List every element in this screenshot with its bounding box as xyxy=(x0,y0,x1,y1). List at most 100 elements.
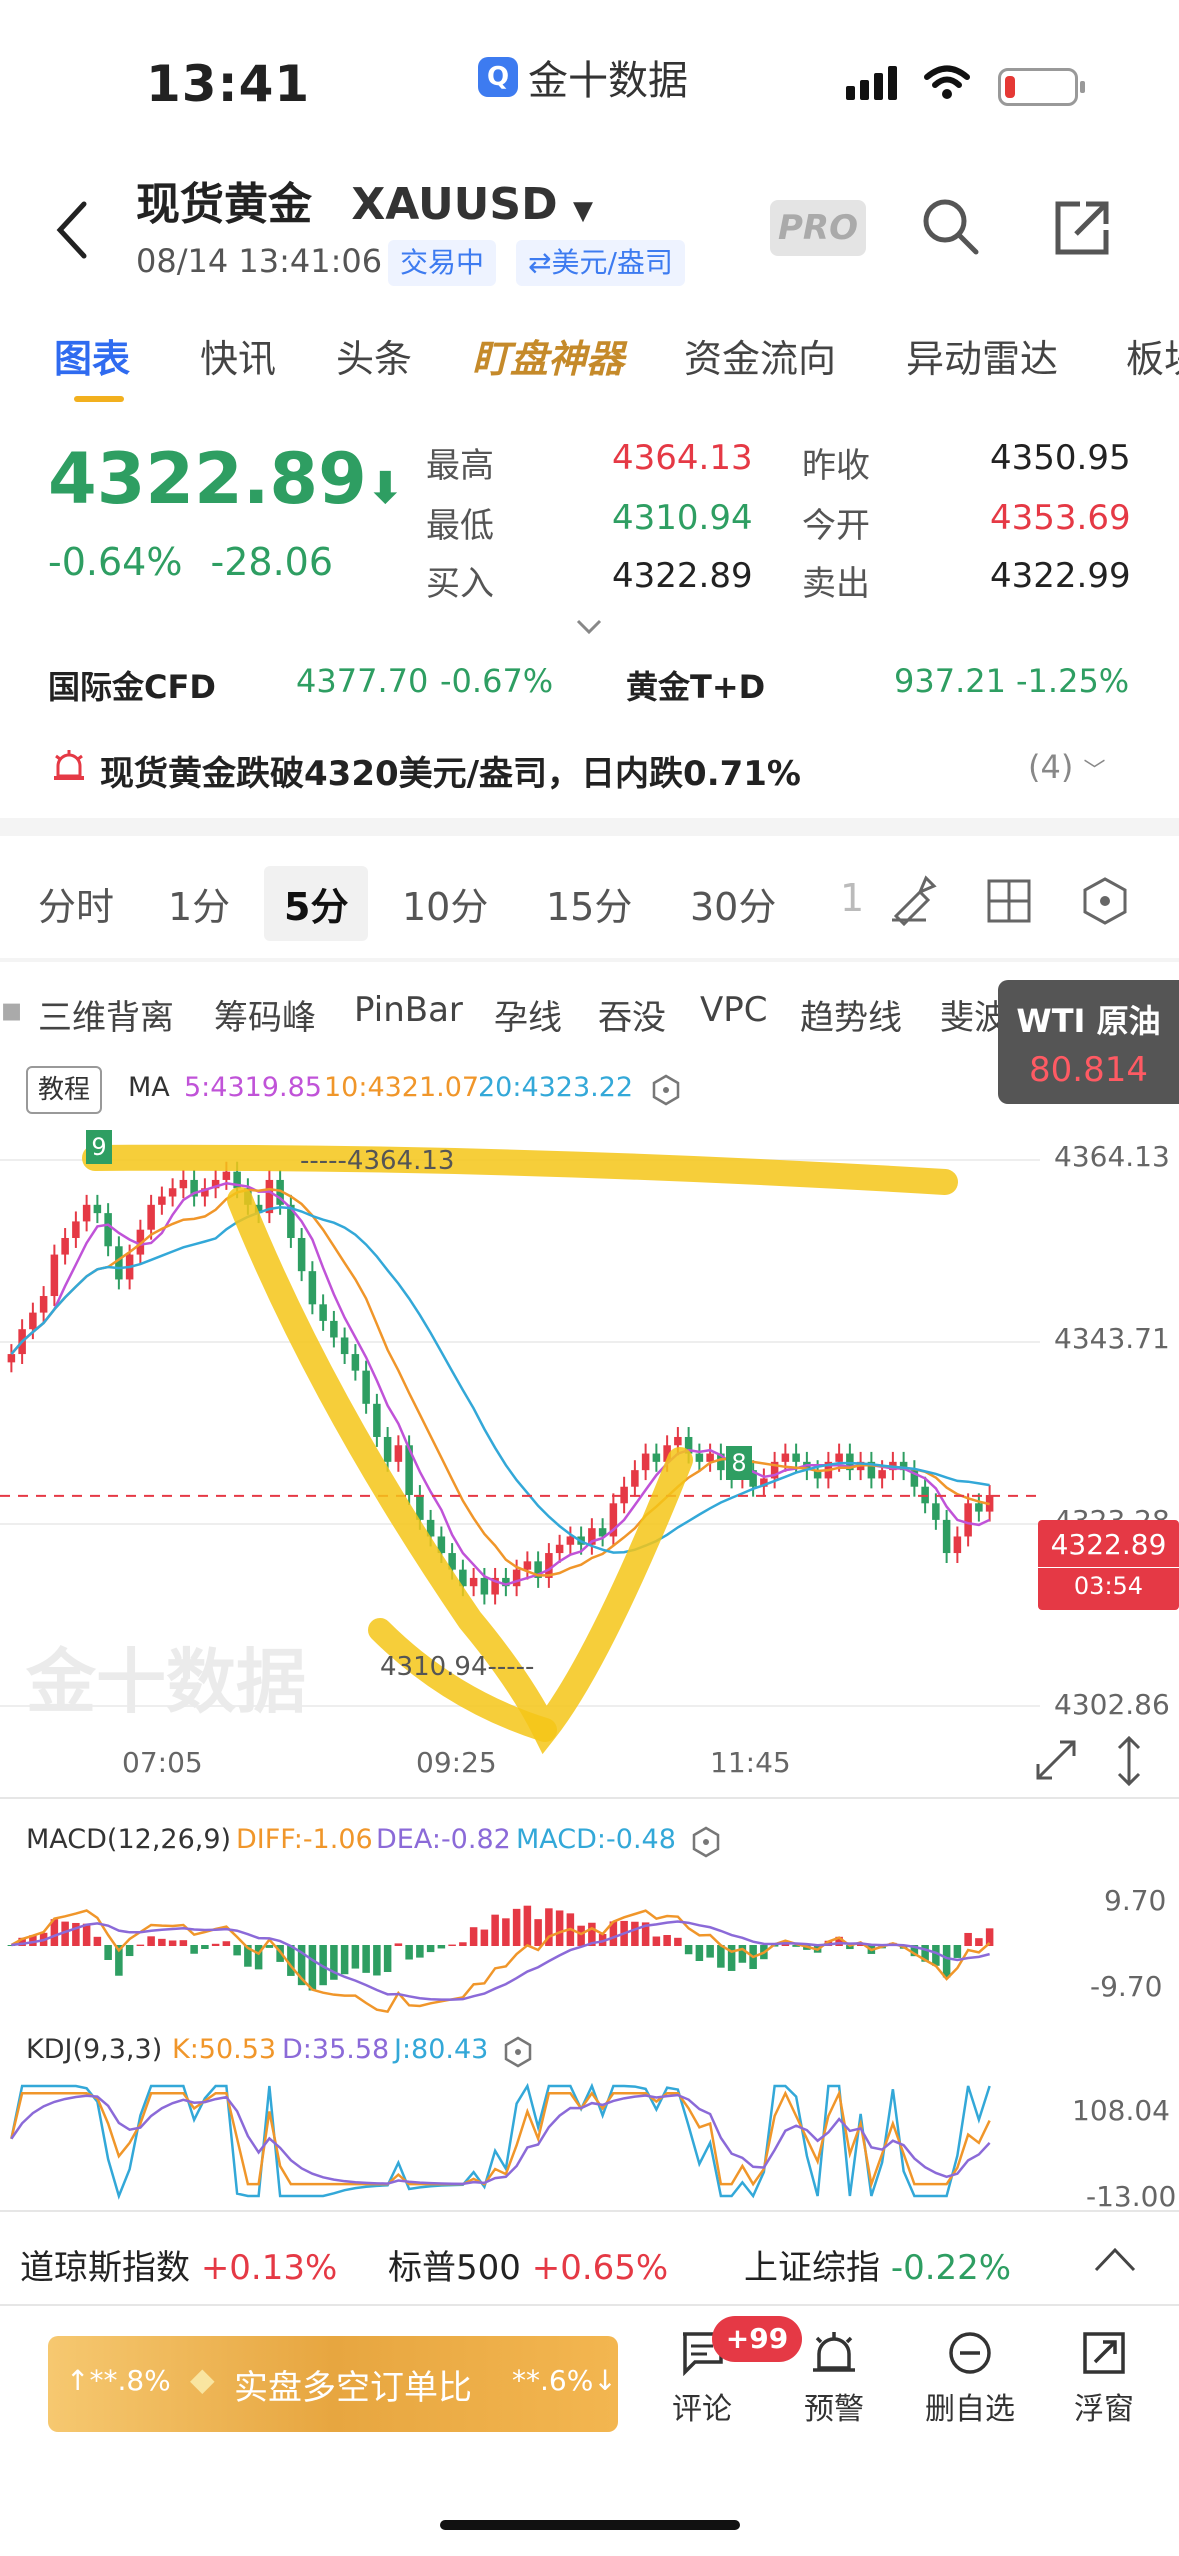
remove-watchlist-button[interactable]: 删自选 xyxy=(910,2330,1030,2428)
macd-bar xyxy=(222,1941,231,1946)
status-bar: 13:41 Q 金十数据 xyxy=(0,0,1179,150)
indicator-item[interactable]: 筹码峰 xyxy=(214,990,316,1039)
bar-countdown: 03:54 xyxy=(1038,1567,1179,1600)
macd-bar xyxy=(480,1929,489,1946)
indicator-item[interactable]: 趋势线 xyxy=(800,990,902,1039)
index-name-0[interactable]: 道琼斯指数 +0.13% xyxy=(20,2240,337,2289)
related-name-1[interactable]: 黄金T+D xyxy=(626,662,765,708)
candle-body xyxy=(168,1188,177,1197)
tab-headlines[interactable]: 头条 xyxy=(336,328,412,383)
period-more[interactable]: 1 xyxy=(840,876,864,920)
j-line xyxy=(10,2082,991,2200)
minus-circle-icon xyxy=(949,2332,991,2374)
dropdown-caret-icon[interactable]: ▼ xyxy=(573,196,593,226)
alert-button[interactable]: 预警 xyxy=(774,2330,894,2428)
long-short-ratio-button[interactable]: ↑**.8% ◆ 实盘多空订单比 **.6%↓ xyxy=(48,2336,618,2432)
candle-body xyxy=(222,1171,231,1180)
macd-bar xyxy=(362,1945,370,1973)
index-name-2[interactable]: 上证综指 -0.22% xyxy=(744,2240,1011,2289)
macd-settings-icon[interactable] xyxy=(690,1826,722,1858)
divider xyxy=(0,2304,1179,2306)
draw-tool-icon[interactable] xyxy=(886,872,940,926)
tab-fund-flow[interactable]: 资金流向 xyxy=(684,328,836,383)
news-alert[interactable]: 现货黄金跌破4320美元/盎司，日内跌0.71% xyxy=(100,746,801,795)
instrument-name: 现货黄金 xyxy=(136,179,312,230)
period-5m[interactable]: 5分 xyxy=(264,866,369,941)
period-1m[interactable]: 1分 xyxy=(168,876,230,931)
macd-bar xyxy=(469,1927,478,1946)
macd-bar xyxy=(340,1945,349,1975)
indicator-item[interactable]: 吞没 xyxy=(598,990,666,1039)
macd-bar xyxy=(351,1945,360,1969)
candle-body xyxy=(93,1204,102,1214)
settings-hex-icon[interactable] xyxy=(1080,876,1130,926)
candle-body xyxy=(566,1536,575,1545)
indicator-item[interactable]: PinBar xyxy=(354,990,463,1030)
macd-chart xyxy=(7,1905,994,2014)
collapse-up-icon[interactable] xyxy=(1090,2240,1140,2280)
current-price-label: 4322.89 xyxy=(1050,1528,1167,1561)
period-10m[interactable]: 10分 xyxy=(402,876,488,931)
candle-body xyxy=(878,1470,886,1479)
candle-body xyxy=(373,1403,381,1437)
macd-bar xyxy=(416,1945,424,1958)
y-tick: 4364.13 xyxy=(1054,1140,1170,1173)
vertical-scale-icon[interactable] xyxy=(1114,1734,1144,1788)
macd-bar xyxy=(459,1942,467,1946)
divider xyxy=(0,958,1179,962)
expand-chevron-icon[interactable] xyxy=(576,618,602,636)
current-price-marker: 4322.89 03:54 xyxy=(1038,1520,1179,1610)
period-15m[interactable]: 15分 xyxy=(546,876,632,931)
back-arrow-icon[interactable] xyxy=(54,200,90,260)
kdj-settings-icon[interactable] xyxy=(502,2036,534,2068)
unit-toggle[interactable]: ⇄美元/盎司 xyxy=(516,240,685,286)
macd-bar xyxy=(168,1940,177,1946)
section-tabs: 图表 快讯 头条 盯盘神器 资金流向 异动雷达 板块 xyxy=(0,318,1179,408)
pro-button[interactable]: PRO xyxy=(770,200,866,256)
indicator-item[interactable]: 三维背离 xyxy=(38,990,174,1039)
layout-grid-icon[interactable] xyxy=(986,878,1032,924)
diff-line xyxy=(10,1909,991,2014)
fullscreen-icon[interactable] xyxy=(1034,1738,1078,1782)
trading-status-badge: 交易中 xyxy=(388,240,497,286)
macd-bar xyxy=(674,1937,682,1946)
macd-bar xyxy=(190,1945,198,1954)
tab-chart[interactable]: 图表 xyxy=(54,328,130,383)
share-icon[interactable] xyxy=(1052,198,1112,258)
kdj-label: KDJ(9,3,3) xyxy=(26,2034,163,2065)
search-icon[interactable] xyxy=(920,196,980,256)
last-price: 4322.89⬇ xyxy=(48,438,404,520)
candle-body xyxy=(330,1320,338,1338)
tab-monitor-tool[interactable]: 盯盘神器 xyxy=(472,328,624,383)
macd-bar xyxy=(405,1945,413,1960)
prev-close-label: 昨收 xyxy=(802,446,870,486)
float-window-button[interactable]: 浮窗 xyxy=(1044,2330,1164,2428)
alert-count[interactable]: (4) ﹀ xyxy=(1028,748,1106,786)
instrument-title[interactable]: 现货黄金 XAUUSD ▼ xyxy=(136,168,593,232)
indicator-item[interactable]: 孕线 xyxy=(494,990,562,1039)
tab-sector[interactable]: 板块 xyxy=(1126,328,1179,383)
float-window-icon xyxy=(1083,2332,1125,2374)
macd-bar xyxy=(953,1945,962,1958)
macd-bar xyxy=(975,1938,983,1946)
related-name-0[interactable]: 国际金CFD xyxy=(48,662,216,708)
alert-count-value: (4) xyxy=(1028,748,1074,786)
app-name-label: 金十数据 xyxy=(528,58,688,104)
macd-bar xyxy=(147,1936,155,1946)
tab-flash[interactable]: 快讯 xyxy=(200,328,276,383)
indicator-item[interactable]: VPC xyxy=(700,990,768,1030)
period-30m[interactable]: 30分 xyxy=(690,876,776,931)
tab-anomaly-radar[interactable]: 异动雷达 xyxy=(906,328,1058,383)
candle-body xyxy=(674,1436,682,1446)
macd-bar xyxy=(201,1945,209,1949)
macd-bar xyxy=(136,1944,145,1946)
candle-body xyxy=(641,1453,650,1471)
period-tick[interactable]: 分时 xyxy=(38,876,114,931)
macd-bar xyxy=(233,1945,241,1956)
candle-body xyxy=(82,1204,91,1222)
candle-body xyxy=(362,1370,370,1404)
annotation-stroke xyxy=(82,1144,958,1195)
index-name-1[interactable]: 标普500 +0.65% xyxy=(388,2240,668,2289)
candle-body xyxy=(792,1453,800,1462)
macd-bar xyxy=(158,1938,166,1946)
